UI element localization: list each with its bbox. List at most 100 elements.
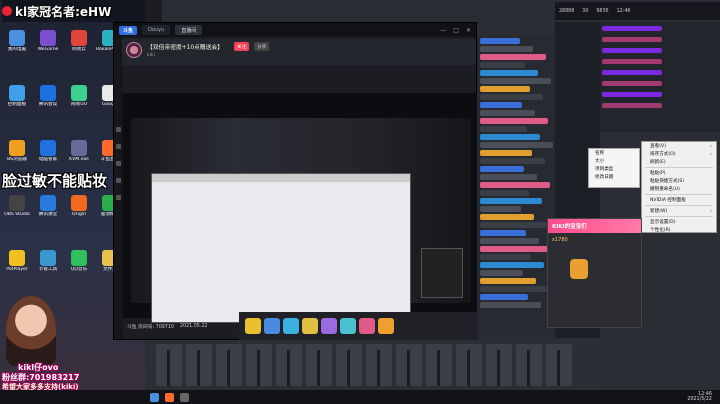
gift-icon[interactable] — [264, 318, 280, 334]
desktop-icon[interactable]: OBS Studio — [3, 195, 31, 217]
video-icon[interactable] — [116, 178, 121, 183]
gift-icon[interactable] — [359, 318, 375, 334]
desktop-icon[interactable]: 我的电脑 — [3, 30, 31, 52]
gift-icon[interactable] — [283, 318, 299, 334]
mixer-channel[interactable] — [246, 344, 272, 386]
desktop-icon[interactable]: 控制面板 — [3, 85, 31, 107]
desktop-icon[interactable]: KVM.exe — [65, 140, 93, 162]
chat-message — [480, 238, 539, 244]
context-menu-item[interactable]: 显示设置(D) — [642, 218, 716, 226]
context-menu-item[interactable]: 个性化(R) — [642, 226, 716, 234]
mixer-channel[interactable] — [276, 344, 302, 386]
status-item: 28888 — [559, 8, 575, 14]
chat-message — [480, 126, 527, 132]
mixer-channel[interactable] — [336, 344, 362, 386]
gift-icon[interactable] — [378, 318, 394, 334]
clock: 12:46 2021/5/22 — [687, 392, 712, 402]
chat-message — [480, 198, 542, 204]
gift-record — [602, 35, 718, 44]
context-menu-item[interactable]: 粘贴(P) — [642, 169, 716, 177]
category-icon[interactable] — [116, 161, 121, 166]
mixer-channel[interactable] — [546, 344, 572, 386]
popup-banner: KIKI的宝宝们 — [548, 219, 641, 233]
submenu-item[interactable]: 项目类型 — [589, 165, 639, 173]
video-player[interactable] — [123, 93, 478, 323]
tab-room[interactable]: 直播间 — [175, 25, 203, 35]
gift-record — [602, 24, 718, 33]
minimize-icon[interactable]: — — [440, 27, 446, 34]
desktop-icon[interactable]: 网易UU — [65, 85, 93, 107]
status-bar: 28888 30 9836 12:46 — [555, 2, 720, 20]
mixer-channel[interactable] — [216, 344, 242, 386]
follow-icon[interactable] — [116, 144, 121, 149]
desktop-context-menu: 查看(V) › 排序方式(O) › 刷新(E) 粘贴(P) 粘贴快捷方式(S) 撤销重命名(U… — [641, 141, 717, 233]
context-menu-item[interactable]: NVIDIA 控制面板 — [642, 196, 716, 204]
submenu-item-label: 修改日期 — [595, 175, 614, 180]
chat-message — [480, 230, 526, 236]
chat-message — [480, 174, 537, 180]
chat-message — [480, 166, 524, 172]
desktop-icon[interactable]: 电脑管家 — [34, 140, 62, 162]
chat-message — [480, 270, 523, 276]
desktop-icon[interactable]: PotPlayer — [3, 250, 31, 272]
mixer-channel[interactable] — [366, 344, 392, 386]
context-menu-label: 显示设置(D) — [650, 220, 676, 225]
mixer-channel[interactable] — [486, 344, 512, 386]
desktop-icon[interactable]: Origin — [65, 195, 93, 217]
submenu-item[interactable]: 修改日期 — [589, 173, 639, 181]
tab-douyu[interactable]: Douyu — [142, 25, 171, 35]
mixer-channel[interactable] — [426, 344, 452, 386]
menu-separator — [645, 194, 713, 195]
game-icon[interactable] — [116, 195, 121, 200]
submenu-item[interactable]: 名称 — [589, 149, 639, 157]
gift-record — [602, 57, 718, 66]
gift-count: x1780 — [552, 237, 568, 243]
context-menu-item[interactable]: 刷新(E) — [642, 158, 716, 166]
mixer-channel[interactable] — [456, 344, 482, 386]
mixer-channel[interactable] — [306, 344, 332, 386]
start-icon[interactable] — [150, 392, 159, 402]
context-menu-item[interactable]: 排序方式(O) › — [642, 150, 716, 158]
context-menu-label: 排序方式(O) — [650, 152, 676, 157]
treasure-icon[interactable] — [570, 259, 588, 279]
chat-message — [480, 38, 520, 44]
context-menu-item[interactable]: 撤销重命名(U) — [642, 185, 716, 193]
mixer-channel[interactable] — [516, 344, 542, 386]
follow-button[interactable]: 关注 — [234, 42, 250, 51]
gift-popup: KIKI的宝宝们 x1780 — [547, 218, 642, 328]
gift-icon[interactable] — [321, 318, 337, 334]
desktop-icon[interactable]: QQ音乐 — [65, 250, 93, 272]
app-icon — [71, 195, 87, 211]
home-icon[interactable] — [116, 127, 121, 132]
mixer-channel[interactable] — [186, 344, 212, 386]
gift-record — [602, 46, 718, 55]
context-menu-item[interactable]: 查看(V) › — [642, 142, 716, 150]
mixer-channel[interactable] — [156, 344, 182, 386]
obs-task-icon[interactable] — [180, 392, 189, 402]
douyu-task-icon[interactable] — [165, 392, 174, 402]
desktop-icon-label: 我的电脑 — [7, 47, 27, 52]
desktop-icon[interactable]: WeGame — [34, 30, 62, 52]
close-icon[interactable]: ✕ — [466, 27, 471, 34]
submenu-item[interactable]: 大小 — [589, 157, 639, 165]
chat-message — [480, 62, 525, 68]
menu-separator — [645, 205, 713, 206]
desktop-icon-label: 控制面板 — [7, 102, 27, 107]
maximize-icon[interactable]: □ — [453, 27, 459, 34]
mixer-channel[interactable] — [396, 344, 422, 386]
desktop-icon[interactable]: 网易云 — [65, 30, 93, 52]
chat-message — [480, 254, 531, 260]
gift-icon[interactable] — [340, 318, 356, 334]
desktop-icon[interactable]: 节省工具 — [34, 250, 62, 272]
room-avatar[interactable] — [126, 42, 142, 58]
desktop-icon[interactable]: 腾讯会议 — [34, 85, 62, 107]
share-button[interactable]: 分享 — [254, 42, 270, 51]
gift-icon[interactable] — [302, 318, 318, 334]
status-item: 12:46 — [616, 8, 631, 14]
title-icon — [2, 6, 12, 16]
context-menu-item[interactable]: 粘贴快捷方式(S) — [642, 177, 716, 185]
desktop-icon[interactable]: BS浏览器 — [3, 140, 31, 162]
gift-icon[interactable] — [245, 318, 261, 334]
context-menu-item[interactable]: 新建(W) › — [642, 207, 716, 215]
desktop-icon[interactable]: 腾讯课堂 — [34, 195, 62, 217]
